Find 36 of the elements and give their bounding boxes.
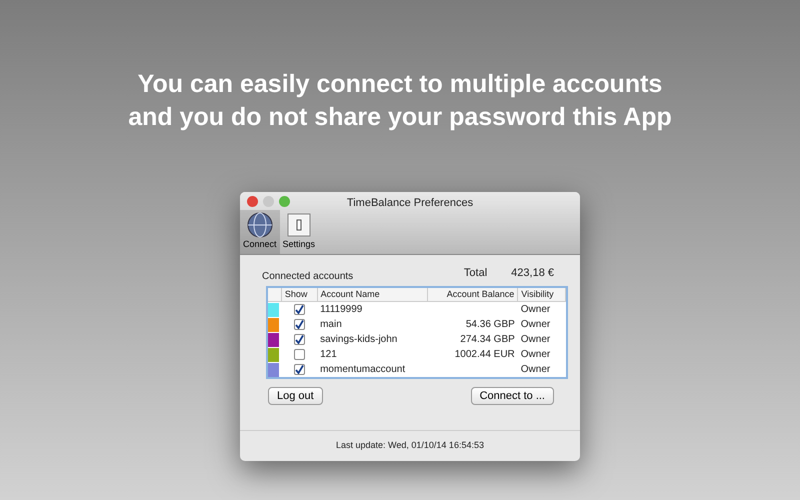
account-balance: 274.34 GBP (460, 334, 515, 345)
checkbox[interactable] (294, 304, 305, 315)
account-name: 121 (320, 349, 337, 360)
column-header[interactable]: Account Balance (427, 288, 518, 302)
toolbar-tab[interactable]: Connect (240, 210, 280, 254)
headline-text: You can easily connect to multiple accounts (136, 69, 664, 100)
section-label: Connected accounts (262, 270, 354, 284)
logout-button[interactable]: Log out (268, 387, 323, 405)
visibility-text: Owner (520, 364, 550, 375)
account-name: main (320, 319, 342, 330)
visibility-text: Owner (520, 334, 550, 345)
globe-icon (246, 212, 273, 238)
total-value: 423,18 € (511, 266, 554, 280)
account-balance: 54.36 GBP (466, 319, 515, 330)
checkbox[interactable] (294, 348, 305, 360)
account-balance: 1002.44 EUR (454, 349, 515, 360)
switch-icon (286, 212, 312, 238)
window-title: TimeBalance Preferences (346, 196, 474, 210)
close-icon[interactable] (247, 196, 258, 207)
connect-button[interactable]: Connect to ... (470, 387, 554, 405)
checkbox[interactable] (294, 334, 305, 345)
column-header[interactable]: Visibility (518, 288, 566, 302)
checkbox[interactable] (294, 364, 305, 375)
headline-text: and you do not share your password this App (127, 102, 673, 133)
visibility-text: Owner (520, 304, 550, 315)
total-label: Total (464, 266, 488, 280)
account-name: momentumaccount (320, 364, 406, 375)
account-name: savings-kids-john (320, 334, 398, 345)
column-header[interactable]: Show (281, 288, 318, 302)
column-header[interactable]: Account Name (317, 288, 428, 302)
visibility-text: Owner (520, 349, 550, 360)
toolbar-tab[interactable]: Settings (280, 210, 318, 254)
visibility-text: Owner (520, 319, 550, 330)
checkbox[interactable] (294, 318, 305, 330)
account-name: 11119999 (320, 304, 362, 315)
status-text: Last update: Wed, 01/10/14 16:54:53 (335, 439, 485, 452)
